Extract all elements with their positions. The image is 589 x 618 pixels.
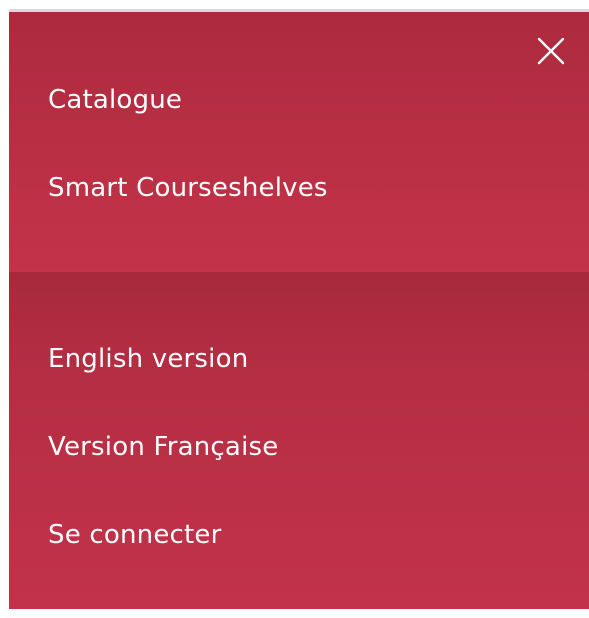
menu-item-version-francaise[interactable]: Version Française [48, 430, 278, 464]
close-icon [537, 37, 565, 65]
close-menu-button[interactable] [533, 33, 569, 69]
menu-item-smart-courseshelves[interactable]: Smart Courseshelves [48, 171, 328, 205]
primary-menu-section [9, 12, 589, 272]
navigation-menu-panel: Catalogue Smart Courseshelves English ve… [9, 9, 589, 609]
menu-item-se-connecter[interactable]: Se connecter [48, 518, 222, 552]
menu-item-english-version[interactable]: English version [48, 342, 248, 376]
menu-item-catalogue[interactable]: Catalogue [48, 83, 182, 117]
